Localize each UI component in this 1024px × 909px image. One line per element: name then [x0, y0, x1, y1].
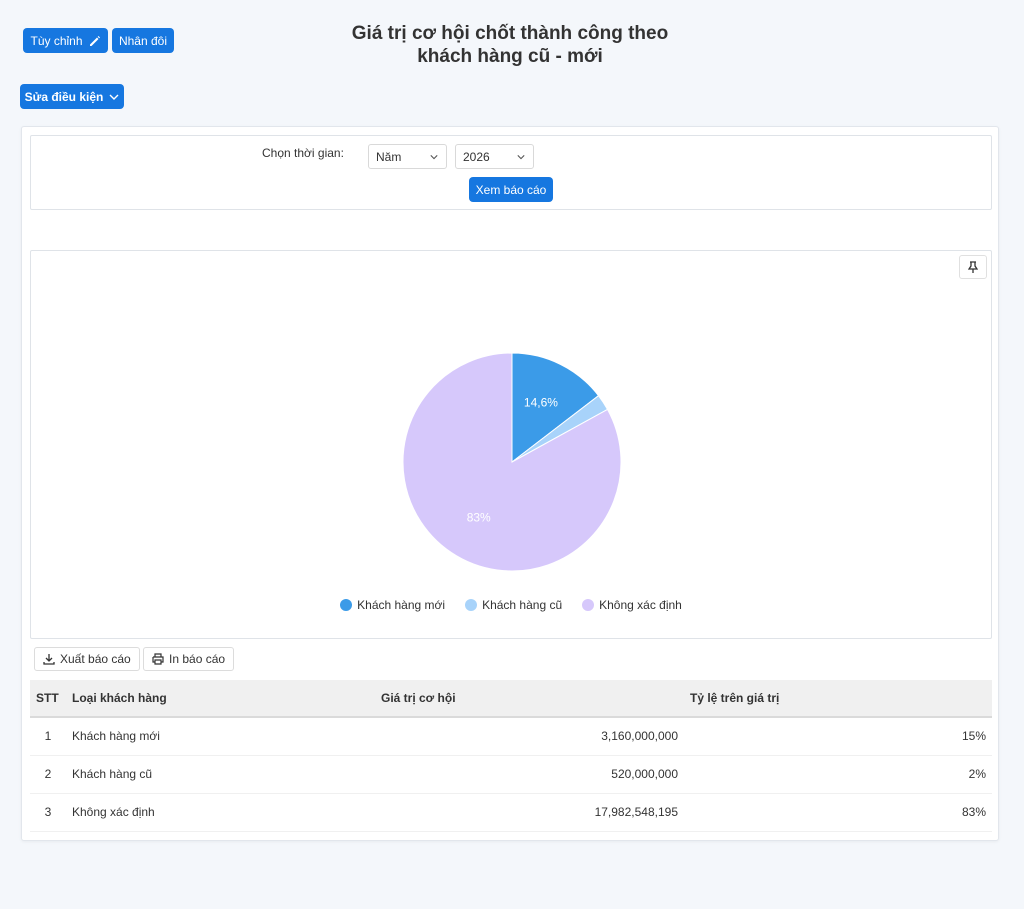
- legend-label: Khách hàng cũ: [482, 598, 563, 612]
- page-title: Giá trị cơ hội chốt thành công theo khác…: [330, 22, 690, 68]
- legend-item-old-customer[interactable]: Khách hàng cũ: [465, 598, 562, 612]
- download-icon: [43, 654, 55, 665]
- customize-button[interactable]: Tùy chỉnh: [23, 28, 108, 53]
- cell-stt: 3: [30, 793, 66, 832]
- export-report-button[interactable]: Xuất báo cáo: [34, 647, 140, 671]
- cell-ratio: 15%: [684, 717, 992, 756]
- legend-dot: [465, 599, 478, 611]
- filter-label: Chọn thời gian:: [262, 146, 344, 160]
- legend-dot: [340, 599, 353, 611]
- edit-conditions-label: Sửa điều kiện: [24, 89, 104, 104]
- chevron-down-icon: [430, 155, 438, 160]
- pie-data-label: 83%: [467, 510, 491, 524]
- chart-legend: Khách hàng mới Khách hàng cũ Không xác địn…: [31, 598, 991, 612]
- table-row: 1 Khách hàng mới 3,160,000,000 15%: [30, 717, 992, 756]
- cell-stt: 1: [30, 717, 66, 756]
- legend-item-new-customer[interactable]: Khách hàng mới: [340, 598, 445, 612]
- cell-value: 520,000,000: [375, 755, 684, 794]
- cell-stt: 2: [30, 755, 66, 794]
- chevron-down-icon: [517, 155, 525, 160]
- header-opportunity-value[interactable]: Giá trị cơ hội: [375, 680, 684, 718]
- table-header-row: STT Loại khách hàng Giá trị cơ hội Tỷ lệ…: [30, 680, 992, 718]
- cell-value: 17,982,548,195: [375, 793, 684, 832]
- export-report-label: Xuất báo cáo: [60, 652, 131, 666]
- cell-value: 3,160,000,000: [375, 717, 684, 756]
- pie-chart: 14,6% 83%: [402, 352, 622, 572]
- chart-panel: 14,6% 83% Khách hàng mới Khách hàng cũ Khôn…: [30, 250, 992, 639]
- page-title-line1: Giá trị cơ hội chốt thành công theo: [351, 23, 669, 44]
- report-card: Chọn thời gian: Năm 2026 Xem báo cáo 14,…: [21, 126, 999, 841]
- cell-customer-type: Khách hàng cũ: [66, 755, 375, 794]
- edit-conditions-button[interactable]: Sửa điều kiện: [20, 84, 124, 109]
- pencil-icon: [89, 35, 100, 46]
- cell-ratio: 2%: [684, 755, 992, 794]
- legend-label: Không xác định: [599, 598, 682, 612]
- view-report-button[interactable]: Xem báo cáo: [469, 177, 553, 202]
- year-select-value: 2026: [463, 149, 490, 164]
- period-select-value: Năm: [376, 149, 402, 164]
- pie-data-label: 14,6%: [524, 396, 558, 410]
- chevron-down-icon: [109, 94, 119, 100]
- year-select[interactable]: 2026: [455, 144, 534, 169]
- duplicate-button[interactable]: Nhân đôi: [112, 28, 174, 53]
- header-customer-type[interactable]: Loại khách hàng: [66, 680, 375, 718]
- legend-dot: [582, 599, 595, 611]
- duplicate-label: Nhân đôi: [118, 33, 168, 48]
- legend-label: Khách hàng mới: [357, 598, 446, 612]
- page-title-line2: khách hàng cũ - mới: [417, 46, 603, 67]
- table-row: 2 Khách hàng cũ 520,000,000 2%: [30, 755, 992, 794]
- header-ratio[interactable]: Tỷ lệ trên giá trị: [684, 680, 992, 718]
- header-stt[interactable]: STT: [30, 680, 66, 718]
- period-select[interactable]: Năm: [368, 144, 447, 169]
- customize-label: Tùy chỉnh: [30, 33, 83, 48]
- legend-item-unknown[interactable]: Không xác định: [582, 598, 682, 612]
- cell-customer-type: Không xác định: [66, 793, 375, 832]
- report-table: STT Loại khách hàng Giá trị cơ hội Tỷ lệ…: [30, 680, 992, 832]
- print-report-label: In báo cáo: [169, 652, 226, 666]
- filter-panel: Chọn thời gian: Năm 2026 Xem báo cáo: [30, 135, 992, 210]
- printer-icon: [152, 653, 164, 665]
- cell-ratio: 83%: [684, 793, 992, 832]
- cell-customer-type: Khách hàng mới: [66, 717, 375, 756]
- print-report-button[interactable]: In báo cáo: [143, 647, 235, 671]
- table-row: 3 Không xác định 17,982,548,195 83%: [30, 793, 992, 832]
